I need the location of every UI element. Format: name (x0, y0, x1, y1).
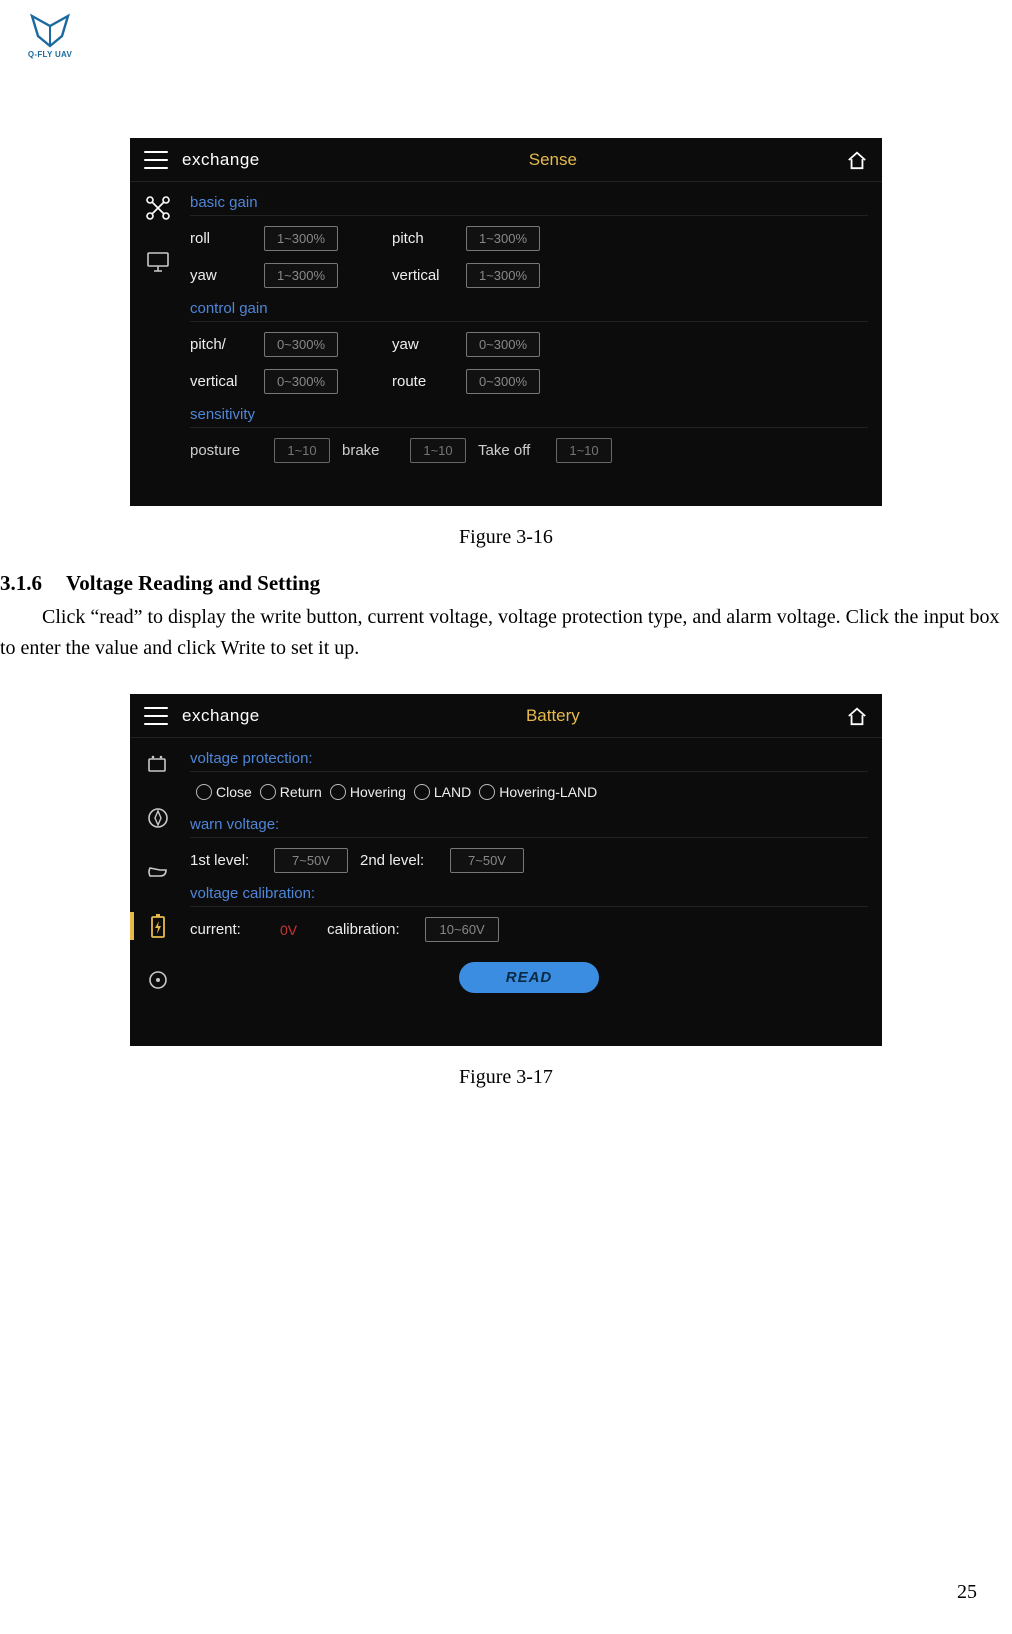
figure-3-17-caption: Figure 3-17 (0, 1066, 1012, 1089)
cg-pitch-input[interactable]: 0~300% (264, 332, 338, 357)
target-icon[interactable] (144, 966, 172, 994)
radio-return[interactable] (260, 784, 276, 800)
screen-title-2: Battery (260, 706, 846, 726)
vertical-input[interactable]: 1~300% (466, 263, 540, 288)
figure-3-16-screenshot: exchange Sense basic gain roll 1~300% (130, 138, 882, 506)
menu-icon[interactable] (144, 151, 168, 169)
roll-input[interactable]: 1~300% (264, 226, 338, 251)
cg-pitch-label: pitch/ (190, 336, 252, 353)
opt-close: Close (216, 784, 252, 800)
second-level-label: 2nd level: (360, 852, 438, 869)
first-level-input[interactable]: 7~50V (274, 848, 348, 873)
warn-voltage-label: warn voltage: (190, 810, 868, 838)
posture-label: posture (190, 442, 262, 459)
read-button[interactable]: READ (459, 962, 599, 993)
app-header-2: exchange Battery (130, 694, 882, 738)
calibration-label: calibration: (327, 921, 413, 938)
voltage-protection-options: Close Return Hovering LAND Hovering-LAND (190, 776, 868, 810)
sensitivity-label: sensitivity (190, 400, 868, 428)
menu-icon[interactable] (144, 707, 168, 725)
brand-logo: Q-FLY UAV (22, 12, 78, 68)
logo-icon (28, 12, 72, 50)
current-value: 0V (280, 922, 297, 938)
brake-label: brake (342, 442, 398, 459)
posture-input[interactable]: 1~10 (274, 438, 330, 463)
yaw-label: yaw (190, 267, 252, 284)
basic-gain-label: basic gain (190, 188, 868, 216)
back-label-2[interactable]: exchange (182, 706, 260, 726)
section-heading: 3.1.6Voltage Reading and Setting (0, 571, 1012, 596)
cg-vertical-label: vertical (190, 373, 252, 390)
opt-hovering-land: Hovering-LAND (499, 784, 597, 800)
radio-hovering-land[interactable] (479, 784, 495, 800)
voltage-calibration-label: voltage calibration: (190, 879, 868, 907)
radio-hovering[interactable] (330, 784, 346, 800)
vertical-label: vertical (392, 267, 454, 284)
roll-label: roll (190, 230, 252, 247)
home-icon[interactable] (846, 706, 868, 726)
page-number: 25 (957, 1581, 977, 1604)
control-gain-label: control gain (190, 294, 868, 322)
section-title: Voltage Reading and Setting (66, 571, 320, 595)
monitor-icon[interactable] (144, 248, 172, 276)
voltage-protection-label: voltage protection: (190, 744, 868, 772)
sidebar (130, 182, 186, 479)
section-paragraph: Click “read” to display the write button… (0, 602, 1012, 664)
cg-route-input[interactable]: 0~300% (466, 369, 540, 394)
battery-icon[interactable] (144, 750, 172, 778)
opt-return: Return (280, 784, 322, 800)
yaw-input[interactable]: 1~300% (264, 263, 338, 288)
screen-title: Sense (260, 150, 846, 170)
drone-icon[interactable] (144, 194, 172, 222)
takeoff-label: Take off (478, 442, 544, 459)
figure-3-17-screenshot: exchange Battery (130, 694, 882, 1046)
home-icon[interactable] (846, 150, 868, 170)
brand-name: Q-FLY UAV (28, 50, 72, 59)
sidebar-2 (130, 738, 186, 1046)
compass-icon[interactable] (144, 804, 172, 832)
brake-input[interactable]: 1~10 (410, 438, 466, 463)
second-level-input[interactable]: 7~50V (450, 848, 524, 873)
first-level-label: 1st level: (190, 852, 262, 869)
cg-route-label: route (392, 373, 454, 390)
pitch-input[interactable]: 1~300% (466, 226, 540, 251)
opt-hovering: Hovering (350, 784, 406, 800)
radio-close[interactable] (196, 784, 212, 800)
calibration-input[interactable]: 10~60V (425, 917, 499, 942)
pitch-label: pitch (392, 230, 454, 247)
cg-yaw-label: yaw (392, 336, 454, 353)
cg-yaw-input[interactable]: 0~300% (466, 332, 540, 357)
back-label[interactable]: exchange (182, 150, 260, 170)
current-label: current: (190, 921, 262, 938)
radio-land[interactable] (414, 784, 430, 800)
section-number: 3.1.6 (0, 571, 66, 596)
wrench-icon[interactable] (144, 858, 172, 886)
app-header: exchange Sense (130, 138, 882, 182)
figure-3-16-caption: Figure 3-16 (0, 526, 1012, 549)
takeoff-input[interactable]: 1~10 (556, 438, 612, 463)
opt-land: LAND (434, 784, 471, 800)
cg-vertical-input[interactable]: 0~300% (264, 369, 338, 394)
battery-charge-icon[interactable] (144, 912, 172, 940)
